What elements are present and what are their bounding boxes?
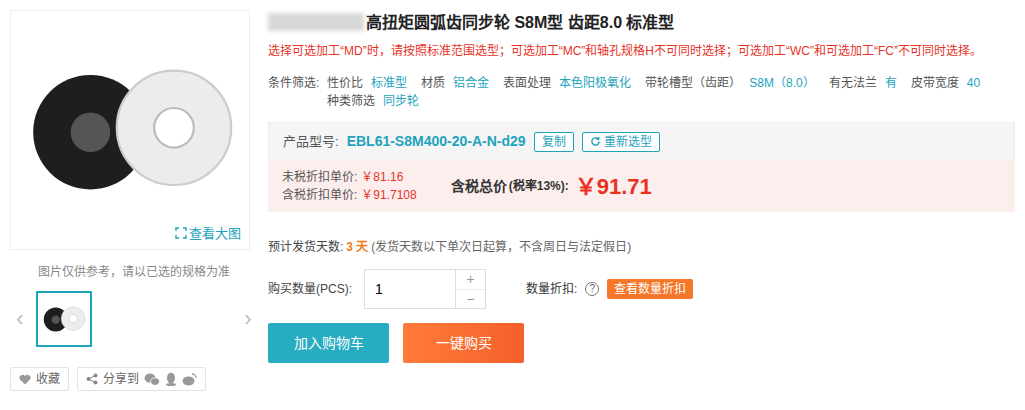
reselect-button[interactable]: 重新选型 [582,132,660,152]
buy-now-button[interactable]: 一键购买 [403,323,524,363]
refresh-icon [590,136,601,147]
filter-name: 皮带宽度 [911,76,959,90]
quantity-row: 购买数量(PCS): +− 数量折扣:? 查看数量折扣 [268,269,1015,309]
favorite-button[interactable]: 收藏 [10,367,69,391]
filter-value[interactable]: 本色阳极氧化 [559,76,631,90]
unit-price: 未税折扣单价: ￥81.16 [282,168,417,186]
quantity-input[interactable] [365,270,455,308]
filter-item[interactable]: 种类筛选同步轮 [327,92,419,110]
image-caption: 图片仅供参考，请以已选的规格为准 [10,263,258,281]
decrease-button[interactable]: − [456,289,485,309]
expand-icon [175,227,187,239]
add-to-cart-button[interactable]: 加入购物车 [268,323,389,363]
social-actions: 收藏 分享到 [10,367,258,391]
share-text[interactable]: 分享到 [103,370,139,388]
pulley-photo-icon [20,53,240,207]
filter-summary: 条件筛选: 性价比标准型材质铝合金表面处理本色阳极氧化带轮槽型（齿距） S8M（8.… [268,74,1015,110]
qq-icon[interactable] [165,372,177,386]
filter-item[interactable]: 性价比标准型 [327,74,407,92]
share-icon [86,373,98,385]
filter-item[interactable]: 有无法兰有 [829,74,897,92]
reselect-text[interactable]: 重新选型 [604,134,652,150]
wechat-icon[interactable] [144,373,160,386]
brand-blur [268,13,364,31]
gallery-column: 查看大图图片仅供参考，请以已选的规格为准‹›收藏分享到 [0,0,258,391]
title-text: 高扭矩圆弧齿同步轮 S8M型 齿距8.0 标准型 [366,14,674,31]
prev-arrow[interactable]: ‹ [12,308,28,330]
view-large-text[interactable]: 查看大图 [189,224,241,244]
filter-list: 性价比标准型材质铝合金表面处理本色阳极氧化带轮槽型（齿距） S8M（8.0） 有无法… [327,74,987,110]
shipping-note: (发货天数以下单次日起算，不含周日与法定假日) [371,240,631,254]
discount-label: 数量折扣: [526,280,577,298]
filter-label: 条件筛选: [268,74,319,110]
thumbnail-strip: ‹› [10,291,258,347]
filter-item[interactable]: 材质铝合金 [421,74,489,92]
filter-value[interactable]: 有 [885,76,897,90]
filter-item[interactable]: 表面处理本色阳极氧化 [503,74,631,92]
filter-value[interactable]: S8M（8.0） [749,76,814,90]
model-number: EBL61-S8M400-20-A-N-d29 [347,131,526,152]
copy-button[interactable]: 复制 [534,132,574,152]
price-label: 未税折扣单价: [282,170,357,184]
thumbnail[interactable] [36,291,92,347]
price-value: ￥81.16 [361,170,403,184]
filter-name: 有无法兰 [829,76,877,90]
price-row: 未税折扣单价: ￥81.16 含税折扣单价: ￥91.7108 含税总价(税率13%):… [268,160,1015,212]
product-photo[interactable]: 查看大图 [10,10,250,250]
quantity-label: 购买数量(PCS): [268,280,352,298]
purchase-buttons: 加入购物车一键购买 [268,323,1015,363]
filter-name: 表面处理 [503,76,551,90]
filter-name: 带轮槽型（齿距） [645,76,741,90]
model-label: 产品型号: [283,132,339,152]
filter-name: 种类筛选 [327,94,375,108]
next-arrow[interactable]: › [240,308,256,330]
unit-prices: 未税折扣单价: ￥81.16 含税折扣单价: ￥91.7108 [282,168,417,204]
product-page: 查看大图图片仅供参考，请以已选的规格为准‹›收藏分享到 高扭矩圆弧齿同步轮 S8… [0,0,1025,391]
help-icon[interactable]: ? [585,282,599,296]
product-title: 高扭矩圆弧齿同步轮 S8M型 齿距8.0 标准型 [268,12,1015,34]
increase-button[interactable]: + [456,270,485,289]
view-large-link[interactable]: 查看大图 [175,224,241,244]
discount-button[interactable]: 查看数量折扣 [607,279,693,299]
shipping-info: 预计发货天数:3 天(发货天数以下单次日起算，不含周日与法定假日) [268,238,1015,256]
price-value: ￥91.7108 [361,188,416,202]
heart-icon [19,374,31,385]
filter-name: 性价比 [327,76,363,90]
tax-rate: (税率13%): [509,177,569,195]
quantity-stepper: +− [455,270,485,308]
weibo-icon[interactable] [182,373,197,386]
total-value: ￥91.71 [575,170,652,203]
unit-price: 含税折扣单价: ￥91.7108 [282,186,417,204]
quantity-field: +− [364,269,486,309]
filter-value[interactable]: 40 [967,76,980,90]
filter-value[interactable]: 铝合金 [453,76,489,90]
favorite-text[interactable]: 收藏 [36,370,60,388]
model-row: 产品型号: EBL61-S8M400-20-A-N-d29 复制 重新选型 [268,122,1015,160]
shipping-label: 预计发货天数: [268,240,343,254]
pulley-thumb-icon [41,303,87,335]
filter-item[interactable]: 带轮槽型（齿距） S8M（8.0） [645,74,814,92]
share-bar[interactable]: 分享到 [77,367,206,391]
price-label: 含税折扣单价: [282,188,357,202]
filter-item[interactable]: 皮带宽度 40 [911,74,980,92]
detail-column: 高扭矩圆弧齿同步轮 S8M型 齿距8.0 标准型选择可选加工“MD”时，请按照标… [258,0,1025,391]
filter-value[interactable]: 标准型 [371,76,407,90]
filter-value[interactable]: 同步轮 [383,94,419,108]
filter-name: 材质 [421,76,445,90]
shipping-days: 3 天 [346,240,368,254]
thumbnail-list [28,291,240,347]
quantity-discount: 数量折扣:? 查看数量折扣 [526,279,693,299]
selection-notice: 选择可选加工“MD”时，请按照标准范围选型；可选加工“MC”和轴孔规格H不可同时… [268,44,1015,59]
total-price: 含税总价(税率13%): ￥91.71 [451,170,652,203]
total-label: 含税总价 [451,176,507,197]
price-panel: 产品型号: EBL61-S8M400-20-A-N-d29 复制 重新选型未税折扣单价… [268,122,1015,212]
